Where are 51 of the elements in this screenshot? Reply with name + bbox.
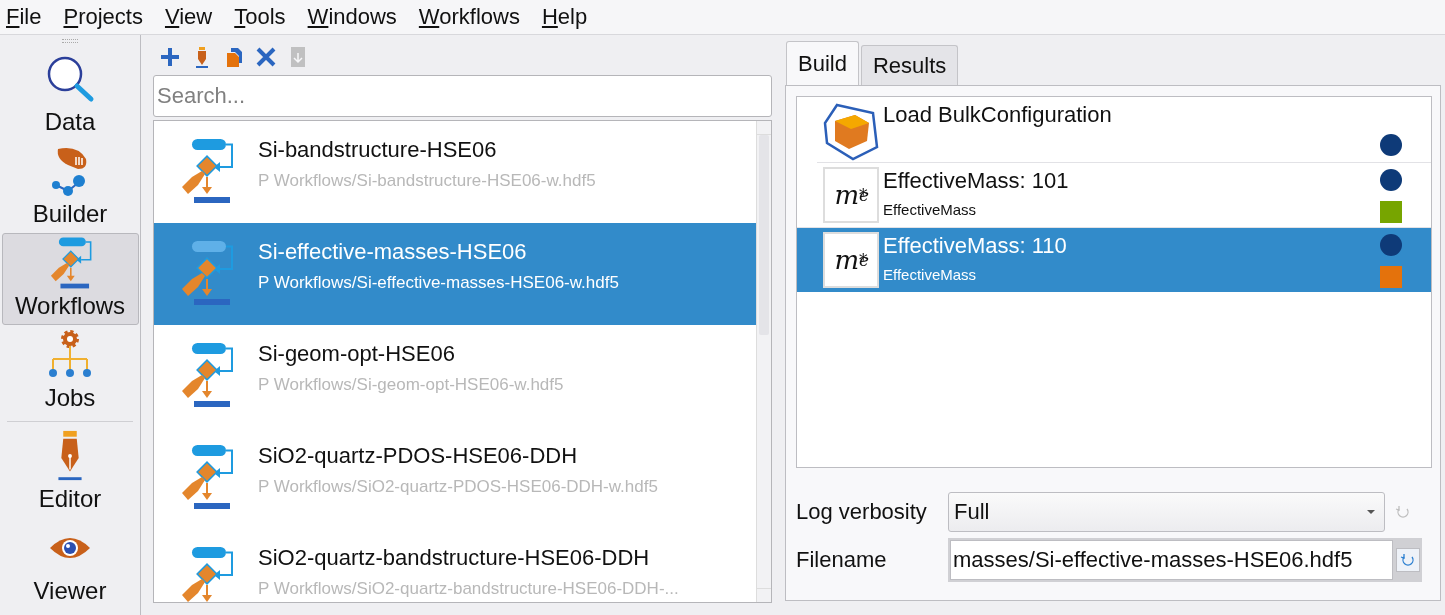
caret-icon bbox=[1366, 509, 1376, 515]
tab[interactable]: Results bbox=[860, 45, 959, 85]
block-type: EffectiveMass bbox=[883, 266, 978, 283]
filename-field[interactable]: masses/Si-effective-masses-HSE06.hdf5 bbox=[950, 540, 1393, 580]
search-field[interactable]: Search... bbox=[153, 75, 772, 117]
block-type: EffectiveMass bbox=[883, 201, 978, 218]
field-label: Log verbosity bbox=[796, 499, 928, 525]
workflow-path: P Workflows/SiO2-quartz-bandstructure-HSE06-DDH-... bbox=[258, 579, 679, 599]
workflow-path: P Workflows/Si-effective-masses-HSE06-w.hdf5 bbox=[258, 273, 619, 293]
close-icon bbox=[255, 46, 277, 68]
menu-item[interactable]: Windows bbox=[307, 4, 397, 30]
workflow-title: SiO2-quartz-bandstructure-HSE06-DDH bbox=[258, 544, 651, 572]
sidebar-item[interactable]: Workflows bbox=[1, 233, 139, 325]
workflow-title: Si-effective-masses-HSE06 bbox=[258, 238, 528, 266]
sidebar-item[interactable]: Jobs bbox=[1, 325, 139, 417]
log-verbosity-dropdown[interactable]: Full bbox=[948, 492, 1385, 532]
reset-button[interactable] bbox=[1396, 548, 1420, 572]
workflow-title: Si-bandstructure-HSE06 bbox=[258, 136, 498, 164]
scrollbar[interactable] bbox=[756, 121, 771, 602]
block-title: EffectiveMass: 110 bbox=[883, 232, 1068, 260]
workflow-path: P Workflows/Si-bandstructure-HSE06-w.hdf5 bbox=[258, 171, 596, 191]
sidebar-item[interactable]: Builder bbox=[1, 141, 139, 233]
field-label: Filename bbox=[796, 547, 888, 573]
menu-item[interactable]: File bbox=[6, 4, 42, 30]
workflow-item[interactable]: SiO2-quartz-PDOS-HSE06-DDH P Workflows/SiO2-quartz-PDOS-HSE06-DDH-w.hdf5 bbox=[154, 427, 756, 529]
reset-icon bbox=[1395, 505, 1411, 519]
menu-item[interactable]: Workflows bbox=[418, 4, 520, 30]
fountain-pen-icon bbox=[55, 429, 85, 483]
tab[interactable]: Build bbox=[786, 41, 859, 85]
sidebar-item[interactable]: Viewer bbox=[1, 518, 139, 610]
block-title: EffectiveMass: 101 bbox=[883, 167, 1070, 195]
block-item[interactable]: Load BulkConfiguration bbox=[797, 97, 1431, 162]
drag-handle[interactable] bbox=[62, 39, 78, 43]
workflow-item[interactable]: SiO2-quartz-bandstructure-HSE06-DDH P Workflows/SiO2-quartz-bandstructure-HSE06-DDH-... bbox=[154, 529, 756, 602]
menu-item[interactable]: Tools bbox=[234, 4, 286, 30]
cube-icon bbox=[823, 101, 879, 161]
workflow-title: Si-geom-opt-HSE06 bbox=[258, 340, 456, 368]
menu-item[interactable]: Projects bbox=[63, 4, 143, 30]
menu-item[interactable]: View bbox=[164, 4, 213, 30]
workflow-path: P Workflows/Si-geom-opt-HSE06-w.hdf5 bbox=[258, 375, 564, 395]
sidebar-item[interactable]: Editor bbox=[1, 426, 139, 518]
plus-icon bbox=[159, 46, 181, 68]
workflow-path: P Workflows/SiO2-quartz-PDOS-HSE06-DDH-w.hdf5 bbox=[258, 477, 658, 497]
sidebar-item[interactable]: Data bbox=[1, 49, 139, 141]
menu-item[interactable]: Help bbox=[541, 4, 588, 30]
workflow-item[interactable]: Si-geom-opt-HSE06 P Workflows/Si-geom-opt-HSE06-w.hdf5 bbox=[154, 325, 756, 427]
block-title: Load BulkConfiguration bbox=[883, 101, 1113, 129]
workflow-item[interactable]: Si-bandstructure-HSE06 P Workflows/Si-bandstructure-HSE06-w.hdf5 bbox=[154, 121, 756, 223]
reset-icon bbox=[1400, 553, 1416, 567]
workflow-item[interactable]: Si-effective-masses-HSE06 P Workflows/Si-effective-masses-HSE06-w.hdf5 bbox=[154, 223, 756, 325]
workflow-title: SiO2-quartz-PDOS-HSE06-DDH bbox=[258, 442, 579, 470]
